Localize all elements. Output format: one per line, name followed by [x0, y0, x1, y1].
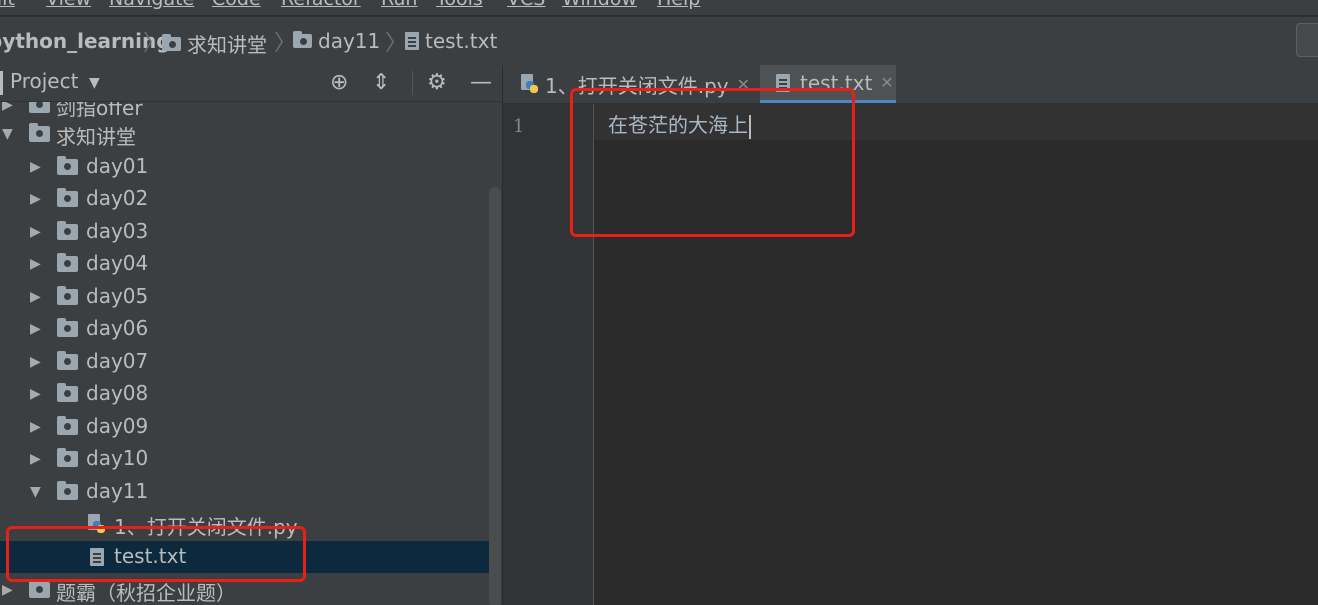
tree-label: day01 — [86, 154, 149, 178]
annotation-box-file — [6, 526, 306, 582]
header-divider — [412, 71, 413, 95]
folder-icon — [57, 318, 78, 337]
gear-icon[interactable]: ⚙ — [427, 70, 447, 95]
crosshair-icon[interactable]: ⊕ — [330, 70, 348, 95]
chevron-right-icon[interactable]: ▶ — [30, 451, 41, 467]
folder-icon — [29, 579, 50, 598]
folder-icon — [57, 188, 78, 207]
chevron-down-icon[interactable]: ▼ — [89, 75, 100, 91]
menu-tools[interactable]: Tools — [436, 0, 483, 10]
tree-row-day08[interactable]: ▶ day08 — [0, 378, 490, 410]
breadcrumb-folder-label: 求知讲堂 — [187, 33, 267, 57]
text-file-icon — [405, 32, 419, 50]
folder-icon — [293, 31, 312, 48]
line-number: 1 — [513, 116, 525, 137]
chevron-right-icon[interactable]: ▶ — [30, 419, 41, 435]
chevron-right-icon[interactable]: ▶ — [30, 354, 41, 370]
folder-icon — [57, 383, 78, 402]
menu-vcs[interactable]: VCS — [507, 0, 545, 10]
tree-label: day02 — [86, 186, 149, 210]
tree-row-day09[interactable]: ▶ day09 — [0, 411, 490, 443]
folder-icon — [57, 253, 78, 272]
breadcrumb-folder-day11[interactable]: day11 — [293, 29, 380, 53]
chevron-right-icon[interactable]: ▶ — [30, 159, 41, 175]
tree-row-qiuzhi[interactable]: ▼ 求知讲堂 — [0, 118, 490, 150]
chevron-right-icon[interactable]: ▶ — [30, 191, 41, 207]
menu-run[interactable]: Run — [381, 0, 417, 10]
tree-row-day10[interactable]: ▶ day10 — [0, 443, 490, 475]
folder-icon — [57, 286, 78, 305]
tree-label: day09 — [86, 414, 149, 438]
tree-label: day04 — [86, 251, 149, 275]
breadcrumb: python_learning 〉 求知讲堂 〉 day11 〉 test.tx… — [0, 16, 1318, 66]
chevron-right-icon[interactable]: ▶ — [30, 289, 41, 305]
chevron-right-icon[interactable]: ▶ — [30, 321, 41, 337]
close-icon[interactable]: ✕ — [880, 73, 893, 92]
folder-icon — [57, 448, 78, 467]
chevron-down-icon[interactable]: ▼ — [30, 484, 41, 500]
tree-row-day04[interactable]: ▶ day04 — [0, 248, 490, 280]
run-config-button[interactable] — [1296, 23, 1318, 57]
tree-row-day02[interactable]: ▶ day02 — [0, 183, 490, 215]
menu-navigate[interactable]: Navigate — [109, 0, 194, 10]
python-file-icon — [521, 74, 539, 94]
folder-icon — [57, 416, 78, 435]
menu-window[interactable]: Window — [562, 0, 637, 10]
folder-icon — [57, 481, 78, 500]
chevron-right-icon[interactable]: ▶ — [2, 102, 13, 113]
tree-row-day05[interactable]: ▶ day05 — [0, 281, 490, 313]
folder-icon — [57, 221, 78, 240]
tree-row-day06[interactable]: ▶ day06 — [0, 313, 490, 345]
tree-row-day03[interactable]: ▶ day03 — [0, 216, 490, 248]
chevron-right-icon[interactable]: ▶ — [30, 386, 41, 402]
minimize-icon[interactable]: — — [470, 70, 492, 95]
folder-icon — [162, 33, 181, 51]
breadcrumb-file[interactable]: test.txt — [405, 29, 497, 53]
project-panel-header: Project ▼ ⊕ ⇕ ⚙ — — [0, 65, 502, 102]
panel-edge-marker — [0, 71, 3, 95]
folder-icon — [57, 156, 78, 175]
annotation-box-content — [570, 88, 855, 237]
tree-label: day06 — [86, 316, 149, 340]
chevron-right-icon[interactable]: ▶ — [30, 256, 41, 272]
menu-code[interactable]: Code — [212, 0, 261, 10]
collapse-icon[interactable]: ⇕ — [372, 70, 390, 95]
project-panel-title[interactable]: Project — [10, 69, 78, 93]
project-panel: Project ▼ ⊕ ⇕ ⚙ — ▶ 剑指offer ▼ 求知讲堂 ▶ day… — [0, 65, 502, 605]
tree-row-day11[interactable]: ▼ day11 — [0, 476, 490, 508]
chevron-right-icon[interactable]: ▶ — [30, 224, 41, 240]
menu-edit[interactable]: Edit — [0, 0, 15, 10]
tree-scrollbar[interactable] — [489, 187, 501, 605]
tree-row-day01[interactable]: ▶ day01 — [0, 151, 490, 183]
breadcrumb-day-label: day11 — [318, 29, 381, 53]
tree-label: day11 — [86, 479, 149, 503]
menu-bar: Edit View Navigate Code Refactor Run Too… — [0, 0, 1318, 15]
chevron-right-icon[interactable]: ▶ — [2, 582, 13, 598]
chevron-down-icon[interactable]: ▼ — [2, 126, 13, 142]
tree-label: day03 — [86, 219, 149, 243]
tree-label: 求知讲堂 — [56, 125, 136, 149]
menu-view[interactable]: View — [46, 0, 91, 10]
folder-icon — [29, 123, 50, 142]
tree-label: day05 — [86, 284, 149, 308]
tree-label: day08 — [86, 381, 149, 405]
tree-label: day07 — [86, 349, 149, 373]
menu-refactor[interactable]: Refactor — [281, 0, 361, 10]
tree-row-day07[interactable]: ▶ day07 — [0, 346, 490, 378]
menu-help[interactable]: Help — [657, 0, 700, 10]
folder-icon — [29, 102, 50, 113]
breadcrumb-file-label: test.txt — [425, 29, 498, 53]
chevron-right-icon: 〉 — [385, 31, 408, 56]
tree-label: day10 — [86, 446, 149, 470]
folder-icon — [57, 351, 78, 370]
breadcrumb-folder-qiuzhi[interactable]: 求知讲堂 — [162, 29, 267, 58]
